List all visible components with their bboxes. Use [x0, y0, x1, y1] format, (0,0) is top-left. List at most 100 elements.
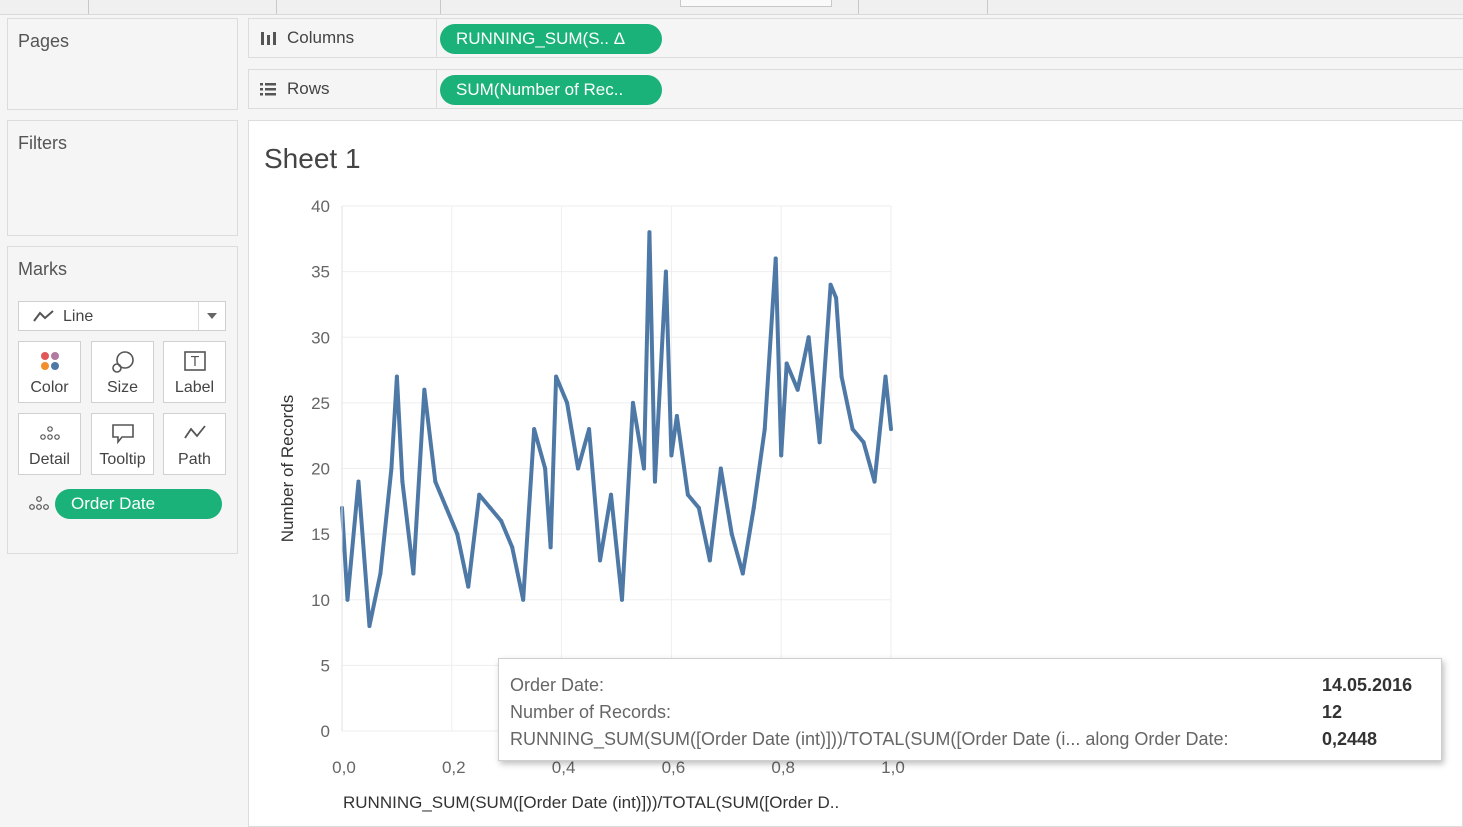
data-point — [455, 532, 460, 537]
data-point — [707, 558, 712, 563]
tooltip-value-running-sum: 0,2448 — [1322, 729, 1378, 749]
tooltip-value-order-date: 14.05.2016 — [1322, 675, 1413, 695]
data-point — [477, 492, 482, 497]
tooltip-label-running-sum: RUNNING_SUM(SUM([Order Date (int)]))/TOT… — [510, 729, 1229, 749]
toolbar-divider — [440, 0, 441, 14]
path-line-icon — [164, 422, 225, 444]
data-point — [532, 427, 537, 432]
toolbar-divider — [276, 0, 277, 14]
label-button[interactable]: T Label — [163, 341, 226, 403]
color-dots-icon — [19, 350, 80, 372]
y-tick-label: 10 — [311, 591, 330, 610]
marks-card-title: Marks — [18, 259, 67, 279]
data-point — [806, 335, 811, 340]
chart-tooltip: Order Date: 14.05.2016 Number of Records… — [498, 658, 1442, 761]
data-point — [488, 505, 493, 510]
toolbar-field[interactable] — [680, 0, 832, 7]
columns-shelf[interactable]: Columns RUNNING_SUM(S.. Δ — [248, 18, 1463, 58]
data-point — [828, 282, 833, 287]
toolbar-divider — [858, 0, 859, 14]
mark-type-label: Line — [63, 308, 94, 325]
data-point — [883, 374, 888, 379]
y-tick-label: 40 — [311, 197, 330, 216]
tooltip-value-records: 12 — [1322, 702, 1343, 722]
data-point — [762, 427, 767, 432]
data-point — [543, 466, 548, 471]
rows-shelf[interactable]: Rows SUM(Number of Rec.. — [248, 69, 1463, 109]
data-point — [411, 571, 416, 576]
data-point — [394, 374, 399, 379]
data-point — [356, 479, 361, 484]
size-icon — [92, 350, 153, 373]
toolbar-strip — [0, 0, 1463, 15]
columns-pill[interactable]: RUNNING_SUM(S.. Δ — [440, 24, 662, 54]
color-button[interactable]: Color — [18, 341, 81, 403]
data-point — [861, 440, 866, 445]
data-point — [784, 361, 789, 366]
data-point — [548, 545, 553, 550]
columns-shelf-header: Columns — [249, 19, 437, 57]
data-point — [685, 492, 690, 497]
data-point — [669, 453, 674, 458]
data-point — [565, 400, 570, 405]
data-point — [378, 571, 383, 576]
tooltip-bubble-icon — [92, 422, 153, 445]
data-point — [554, 374, 559, 379]
data-point — [576, 466, 581, 471]
data-point — [696, 505, 701, 510]
data-point — [444, 505, 449, 510]
x-axis-title: RUNNING_SUM(SUM([Order Date (int)]))/TOT… — [343, 793, 839, 812]
series-line — [340, 230, 893, 628]
data-point — [663, 269, 668, 274]
y-tick-label: 5 — [321, 656, 330, 675]
data-point — [367, 624, 372, 628]
label-button-label: Label — [174, 379, 215, 396]
data-point — [751, 505, 756, 510]
data-point — [641, 466, 646, 471]
data-point — [587, 427, 592, 432]
tooltip-button-label: Tooltip — [99, 451, 146, 468]
tooltip-button[interactable]: Tooltip — [91, 413, 154, 475]
size-button[interactable]: Size — [91, 341, 154, 403]
data-point — [839, 374, 844, 379]
rows-shelf-header: Rows — [249, 70, 437, 108]
data-point — [433, 479, 438, 484]
detail-button-label: Detail — [29, 451, 70, 468]
rows-icon — [259, 80, 277, 103]
data-point — [795, 387, 800, 392]
color-button-label: Color — [30, 379, 69, 396]
label-text-icon: T — [164, 350, 225, 372]
detail-dots-icon — [19, 422, 80, 444]
size-button-label: Size — [106, 379, 139, 396]
data-point — [850, 427, 855, 432]
toolbar-divider — [88, 0, 89, 14]
mark-type-dropdown[interactable]: Line — [18, 301, 226, 331]
tooltip-label-order-date: Order Date: — [510, 675, 605, 695]
data-point — [779, 453, 784, 458]
data-point — [773, 256, 778, 261]
y-tick-label: 35 — [311, 263, 330, 282]
path-button-label: Path — [178, 451, 211, 468]
y-tick-label: 30 — [311, 328, 330, 347]
rows-label: Rows — [287, 79, 330, 98]
data-point — [630, 400, 635, 405]
marks-card: Marks Line Color Size T Label Detail Too… — [7, 246, 238, 554]
columns-label: Columns — [287, 28, 355, 47]
rows-pill[interactable]: SUM(Number of Rec.. — [440, 75, 662, 105]
data-point — [834, 295, 839, 300]
toolbar-divider — [987, 0, 988, 14]
data-point — [389, 466, 394, 471]
detail-field-icon — [28, 495, 50, 516]
pages-card-title: Pages — [18, 31, 70, 51]
data-point — [521, 597, 526, 602]
filters-card[interactable]: Filters — [7, 120, 238, 236]
pages-card[interactable]: Pages — [7, 18, 238, 110]
y-tick-label: 15 — [311, 525, 330, 544]
order-date-pill[interactable]: Order Date — [55, 489, 222, 519]
chevron-down-icon[interactable] — [198, 302, 225, 330]
tooltip-label-records: Number of Records: — [510, 702, 672, 722]
data-point — [729, 532, 734, 537]
x-tick-label: 0,2 — [442, 758, 466, 777]
path-button[interactable]: Path — [163, 413, 226, 475]
detail-button[interactable]: Detail — [18, 413, 81, 475]
